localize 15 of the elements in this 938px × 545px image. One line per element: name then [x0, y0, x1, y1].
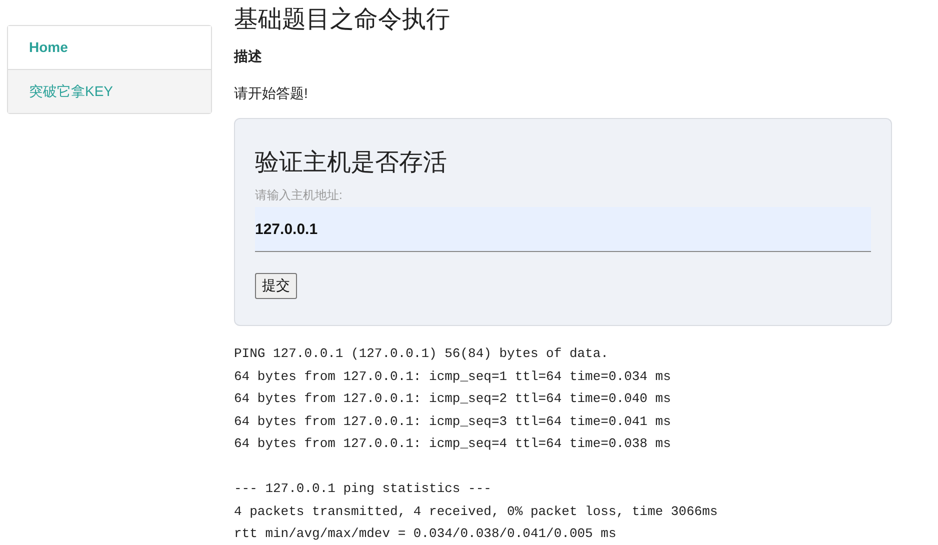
output-line: --- 127.0.0.1 ping statistics ---: [234, 480, 492, 498]
output-line: 64 bytes from 127.0.0.1: icmp_seq=1 ttl=64 time=0.034 ms: [234, 368, 672, 386]
form-title: 验证主机是否存活: [255, 148, 448, 178]
output-line: 64 bytes from 127.0.0.1: icmp_seq=2 ttl=64 time=0.040 ms: [234, 390, 672, 408]
output-line: PING 127.0.0.1 (127.0.0.1) 56(84) bytes of data.: [234, 345, 610, 363]
output-line: 64 bytes from 127.0.0.1: icmp_seq=3 ttl=64 time=0.041 ms: [234, 412, 672, 430]
output-line: 64 bytes from 127.0.0.1: icmp_seq=4 ttl=64 time=0.038 ms: [234, 435, 672, 453]
host-input-field[interactable]: 127.0.0.1: [255, 207, 871, 252]
submit-button[interactable]: 提交: [255, 273, 297, 299]
page-title: 基础题目之命令执行: [234, 5, 451, 35]
description-heading: 描述: [234, 47, 263, 65]
field-label: 请输入主机地址:: [255, 187, 344, 203]
prompt-text: 请开始答题!: [234, 84, 309, 103]
output-line: rtt min/avg/max/mdev = 0.034/0.038/0.041/0.005 ms: [234, 525, 618, 543]
output-line: 4 packets transmitted, 4 received, 0% packet loss, time 3066ms: [234, 502, 719, 520]
